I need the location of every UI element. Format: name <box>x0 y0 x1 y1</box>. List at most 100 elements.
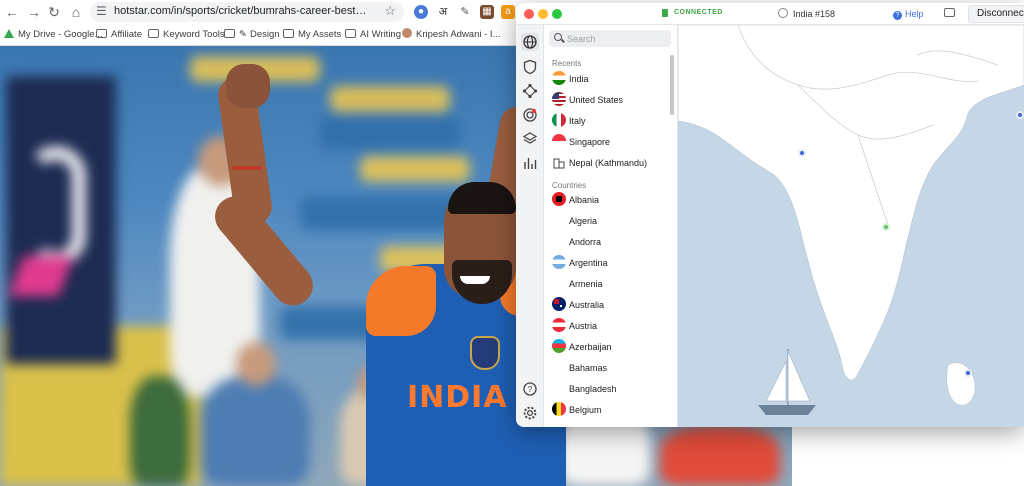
current-server[interactable]: India #158 <box>778 7 835 21</box>
azerbaijan-flag-icon <box>552 339 566 353</box>
amazon-icon[interactable]: a <box>501 5 515 19</box>
country-list-panel: Recents India United States Italy Singap… <box>544 25 678 427</box>
list-item-austria[interactable]: Austria <box>552 318 670 335</box>
list-item-bangladesh[interactable]: Bangladesh <box>552 381 670 398</box>
minimize-window-button[interactable] <box>538 9 548 19</box>
recents-header: Recents <box>552 59 582 68</box>
globe-icon <box>778 8 788 18</box>
target-icon[interactable] <box>522 107 538 123</box>
jersey-text: INDIA <box>407 380 508 415</box>
help-circle-icon[interactable]: ? <box>522 381 538 397</box>
back-arrow-icon[interactable]: ← <box>4 4 20 20</box>
screenshot-icon[interactable]: ▦ <box>480 5 494 19</box>
folder-icon <box>224 29 235 38</box>
bookmark-folder[interactable]: AI Writing <box>345 28 401 42</box>
search-icon <box>554 33 562 41</box>
server-pin[interactable] <box>1016 111 1024 119</box>
server-pin[interactable] <box>798 149 806 157</box>
server-map[interactable] <box>678 25 1024 427</box>
close-window-button[interactable] <box>524 9 534 19</box>
list-item-united-states[interactable]: United States <box>552 92 670 109</box>
google-drive-icon <box>4 29 14 38</box>
flag-placeholder <box>552 213 566 227</box>
disconnect-button[interactable]: Disconnect <box>968 5 1024 23</box>
list-item-singapore[interactable]: Singapore <box>552 134 670 151</box>
flag-placeholder <box>552 276 566 290</box>
pencil-icon: ✎ <box>239 29 247 40</box>
australia-flag-icon <box>552 297 566 311</box>
connection-status: CONNECTED <box>674 9 723 16</box>
bookmark-folder[interactable]: Keyword Tools <box>148 28 225 42</box>
flag-placeholder <box>552 360 566 374</box>
player-fist <box>226 64 270 108</box>
shield-icon[interactable] <box>522 59 538 75</box>
folder-icon <box>148 29 159 38</box>
reload-icon[interactable]: ↻ <box>46 4 62 20</box>
vpn-titlebar: CONNECTED India #158 ? Help Disconnect <box>516 3 1024 25</box>
search-field[interactable] <box>549 30 671 47</box>
server-pin-connected[interactable] <box>882 223 890 231</box>
connected-lock-icon <box>662 9 668 17</box>
list-item-australia[interactable]: Australia <box>552 297 670 314</box>
list-item-albania[interactable]: Albania <box>552 192 670 209</box>
wristband <box>232 166 262 170</box>
home-icon[interactable]: ⌂ <box>68 4 84 20</box>
list-item-nepal[interactable]: Nepal (Kathmandu) <box>552 155 670 172</box>
help-icon: ? <box>893 11 902 20</box>
map-land-shapes <box>678 25 1024 406</box>
list-item-armenia[interactable]: Armenia <box>552 276 670 293</box>
list-item-argentina[interactable]: Argentina <box>552 255 670 272</box>
list-item-azerbaijan[interactable]: Azerbaijan <box>552 339 670 356</box>
italy-flag-icon <box>552 113 566 127</box>
svg-text:?: ? <box>528 385 533 394</box>
zoom-window-button[interactable] <box>552 9 562 19</box>
player-hair <box>448 182 516 214</box>
site-settings-icon[interactable]: ☰ <box>96 4 107 18</box>
settings-gear-icon[interactable] <box>522 405 538 421</box>
bookmark-item[interactable]: Kripesh Adwani - I... <box>402 28 500 42</box>
avatar-icon <box>402 28 412 38</box>
list-item-andorra[interactable]: Andorra <box>552 234 670 251</box>
bookmark-item[interactable]: My Drive - Google... <box>4 28 102 42</box>
flag-placeholder <box>552 381 566 395</box>
us-flag-icon <box>552 92 566 106</box>
player-smile <box>460 276 490 284</box>
folder-icon <box>283 29 294 38</box>
austria-flag-icon <box>552 318 566 332</box>
albania-flag-icon <box>552 192 566 206</box>
bookmark-folder[interactable]: Affiliate <box>96 28 142 42</box>
sailboat-icon <box>758 349 816 415</box>
countries-header: Countries <box>552 181 587 190</box>
folder-icon <box>345 29 356 38</box>
list-item-belgium[interactable]: Belgium <box>552 402 670 419</box>
list-item-algeria[interactable]: Algeria <box>552 213 670 230</box>
folder-icon <box>96 29 107 38</box>
url-text: hotstar.com/in/sports/cricket/bumrahs-ca… <box>114 5 370 17</box>
bookmark-folder[interactable]: ✎ Design <box>224 28 280 42</box>
list-item-italy[interactable]: Italy <box>552 113 670 130</box>
meshnet-icon[interactable] <box>522 83 538 99</box>
screen-share-icon[interactable] <box>944 8 955 17</box>
list-item-bahamas[interactable]: Bahamas <box>552 360 670 377</box>
bookmark-star-icon[interactable]: ☆ <box>384 3 396 19</box>
list-item-india[interactable]: India <box>552 71 670 88</box>
bcci-crest-icon <box>470 336 500 370</box>
forward-arrow-icon[interactable]: → <box>26 4 42 20</box>
hindi-icon[interactable]: अ <box>436 5 450 19</box>
singapore-flag-icon <box>552 134 566 148</box>
layers-icon[interactable] <box>522 131 538 147</box>
belgium-flag-icon <box>552 402 566 416</box>
india-flag-icon <box>552 71 566 85</box>
translate-icon[interactable]: ● <box>414 5 428 19</box>
argentina-flag-icon <box>552 255 566 269</box>
bookmark-folder[interactable]: My Assets <box>283 28 341 42</box>
server-pin[interactable] <box>964 369 972 377</box>
vpn-nav-rail: ? <box>516 25 544 427</box>
globe-icon[interactable] <box>521 33 539 51</box>
pen-icon[interactable]: ✎ <box>458 5 472 19</box>
stats-icon[interactable] <box>522 155 538 171</box>
help-link[interactable]: ? Help <box>893 7 924 21</box>
scrollbar[interactable] <box>670 55 674 115</box>
search-input[interactable] <box>567 32 667 45</box>
address-bar[interactable]: ☰ hotstar.com/in/sports/cricket/bumrahs-… <box>90 2 404 22</box>
